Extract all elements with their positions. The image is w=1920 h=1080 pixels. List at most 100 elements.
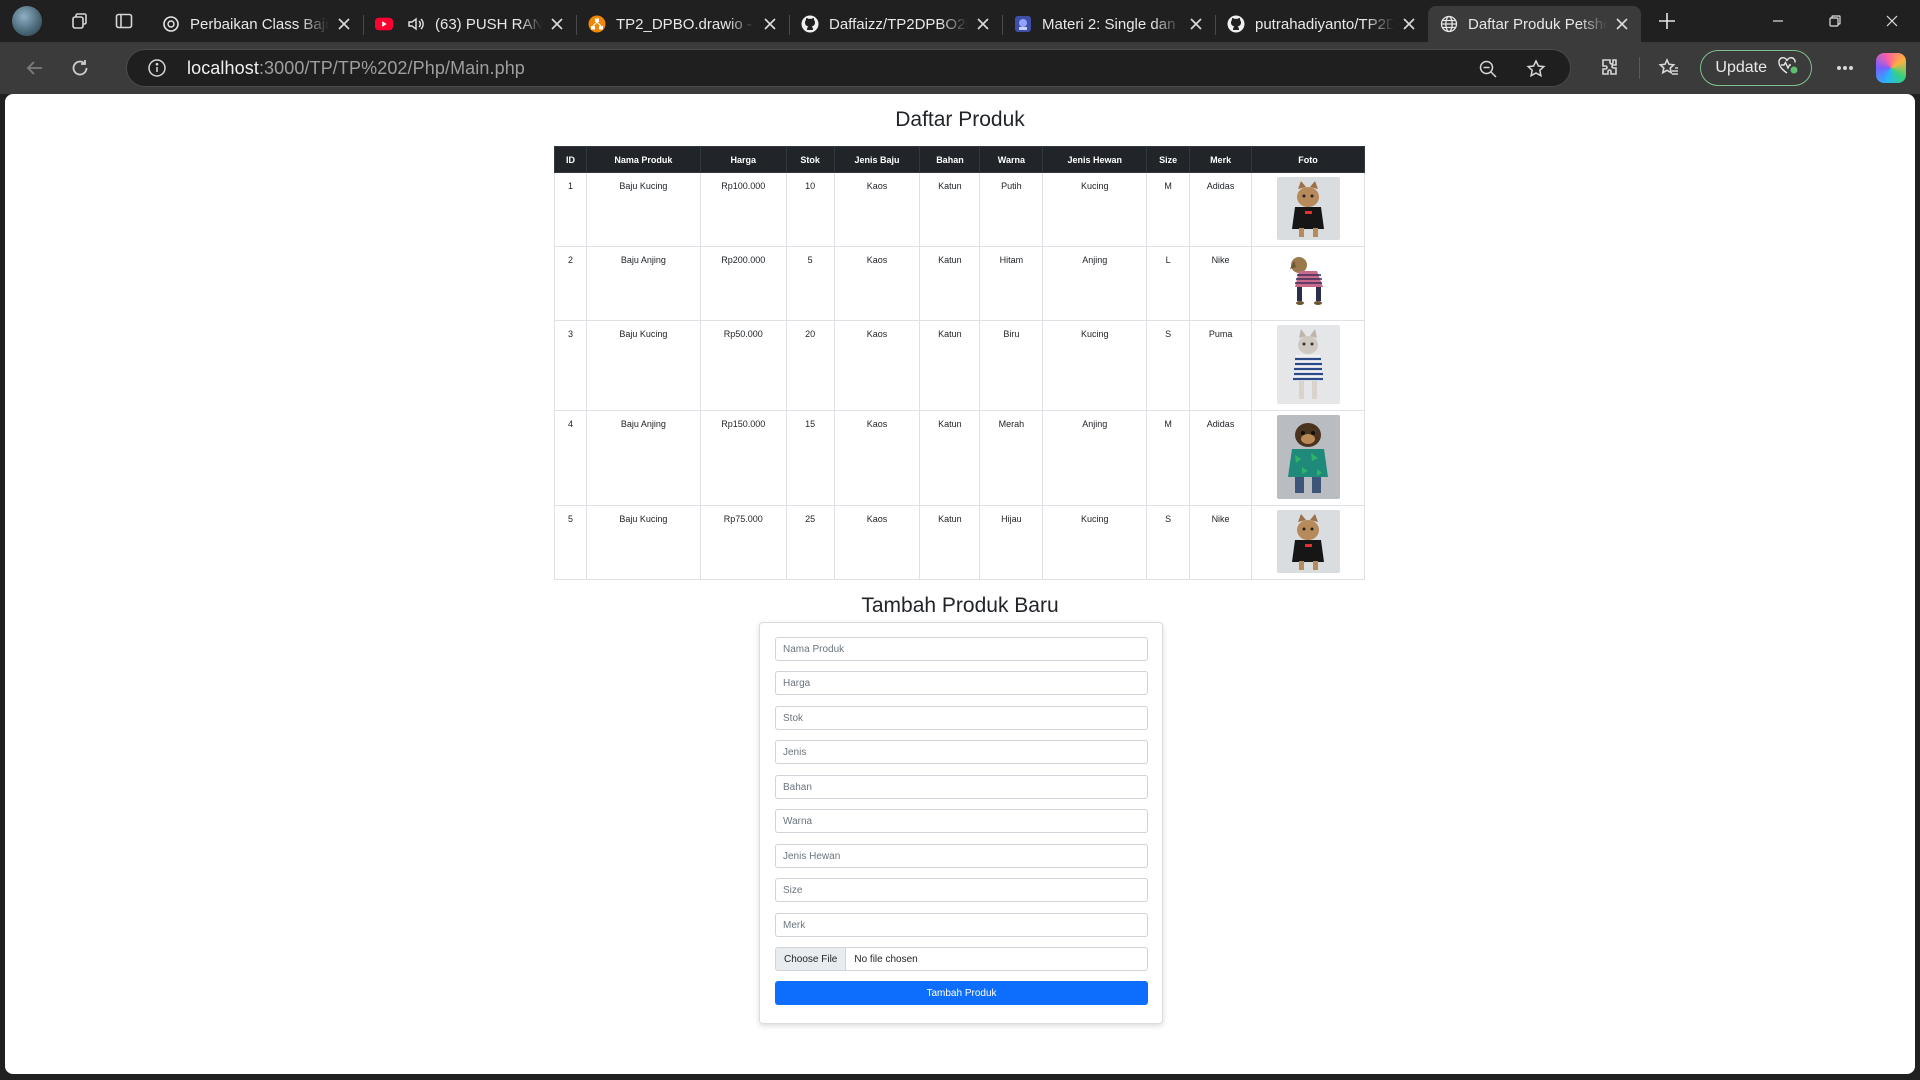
merk-input[interactable]: Merk <box>775 913 1148 937</box>
table-row: 2 Baju Anjing Rp200.000 5 Kaos Katun Hit… <box>554 246 1365 321</box>
product-table: ID Nama Produk Harga Stok Jenis Baju Bah… <box>554 146 1365 580</box>
extensions-icon[interactable] <box>1587 50 1633 86</box>
update-button[interactable]: Update <box>1700 50 1812 86</box>
cell-nama-produk: Baju Anjing <box>585 246 701 321</box>
tab-strip: Perbaikan Class Baju (63) PUSH RANK TP2_… <box>0 0 1920 42</box>
cell-size: M <box>1146 172 1191 247</box>
photo-file-input[interactable]: Choose File No file chosen <box>775 947 1148 971</box>
window-bottom-edge <box>0 1074 1920 1080</box>
favorites-icon[interactable] <box>1646 50 1692 86</box>
cell-warna: Hitam <box>979 246 1044 321</box>
back-icon[interactable] <box>15 50 55 86</box>
heart-pulse-icon <box>1777 56 1799 81</box>
jenis-hewan-input[interactable]: Jenis Hewan <box>775 844 1148 868</box>
table-row: 3 Baju Kucing Rp50.000 20 Kaos Katun Bir… <box>554 320 1365 411</box>
browser-toolbar: localhost:3000/TP/TP%202/Php/Main.php Up… <box>0 42 1920 94</box>
close-icon[interactable] <box>1613 15 1631 33</box>
more-menu-icon[interactable] <box>1822 50 1868 86</box>
cell-nama-produk: Baju Anjing <box>585 410 701 506</box>
harga-input[interactable]: Harga <box>775 671 1148 695</box>
choose-file-button[interactable]: Choose File <box>776 948 847 970</box>
minimize-icon[interactable] <box>1749 0 1806 42</box>
cell-harga: Rp75.000 <box>699 505 787 580</box>
warna-input[interactable]: Warna <box>775 809 1148 833</box>
close-icon[interactable] <box>1187 15 1205 33</box>
cell-id: 2 <box>554 246 587 321</box>
product-photo <box>1276 415 1340 499</box>
bahan-input[interactable]: Bahan <box>775 775 1148 799</box>
youtube-icon <box>375 15 393 33</box>
table-row: 5 Baju Kucing Rp75.000 25 Kaos Katun Hij… <box>554 505 1365 580</box>
tab-title: (63) PUSH RANK <box>435 15 542 33</box>
column-header: ID <box>554 146 587 173</box>
cell-jenis-baju: Kaos <box>833 320 921 411</box>
close-icon[interactable] <box>974 15 992 33</box>
page-viewport: Daftar Produk ID Nama Produk Harga Stok … <box>5 94 1915 1074</box>
tab-github-putrahadiyanto[interactable]: putrahadiyanto/TP2DPBO <box>1215 6 1428 42</box>
add-product-form: Nama Produk Harga Stok Jenis Bahan Warna… <box>759 622 1163 1024</box>
product-list-title: Daftar Produk <box>895 108 1025 131</box>
jenis-input[interactable]: Jenis <box>775 740 1148 764</box>
refresh-icon[interactable] <box>60 50 100 86</box>
cell-jenis-hewan: Kucing <box>1042 172 1148 247</box>
cell-harga: Rp50.000 <box>699 320 787 411</box>
copilot-icon[interactable] <box>1876 53 1906 83</box>
close-window-icon[interactable] <box>1863 0 1920 42</box>
column-header: Nama Produk <box>585 146 701 173</box>
column-header: Size <box>1146 146 1191 173</box>
cell-warna: Merah <box>979 410 1044 506</box>
column-header: Jenis Hewan <box>1042 146 1148 173</box>
workspaces-icon[interactable] <box>62 5 98 37</box>
cell-foto <box>1251 172 1365 247</box>
zoom-out-icon[interactable] <box>1464 59 1512 79</box>
speaker-icon[interactable] <box>407 15 425 33</box>
profile-avatar[interactable] <box>12 6 42 36</box>
tab-youtube[interactable]: (63) PUSH RANK <box>363 6 576 42</box>
tab-materi[interactable]: Materi 2: Single dan Multiple <box>1002 6 1215 42</box>
cell-bahan: Katun <box>919 320 981 411</box>
restore-icon[interactable] <box>1806 0 1863 42</box>
cell-merk: Adidas <box>1189 410 1253 506</box>
favorite-star-icon[interactable] <box>1512 59 1560 79</box>
close-icon[interactable] <box>1400 15 1418 33</box>
cell-merk: Adidas <box>1189 172 1253 247</box>
tab-github-daffaizz[interactable]: Daffaizz/TP2DPBO2025 <box>789 6 1002 42</box>
cell-warna: Hijau <box>979 505 1044 580</box>
github-icon <box>1227 15 1245 33</box>
cell-stok: 25 <box>785 505 835 580</box>
tab-daftar-produk[interactable]: Daftar Produk Petshop <box>1428 6 1641 42</box>
cell-bahan: Katun <box>919 505 981 580</box>
nama-produk-input[interactable]: Nama Produk <box>775 637 1148 661</box>
tab-title: Daftar Produk Petshop <box>1468 15 1607 33</box>
cell-harga: Rp200.000 <box>699 246 787 321</box>
cell-jenis-baju: Kaos <box>833 172 921 247</box>
vertical-tabs-icon[interactable] <box>106 5 142 37</box>
url-text[interactable]: localhost:3000/TP/TP%202/Php/Main.php <box>187 58 525 79</box>
add-product-button[interactable]: Tambah Produk <box>775 981 1148 1005</box>
cell-id: 5 <box>554 505 587 580</box>
tab-chatgpt[interactable]: Perbaikan Class Baju <box>150 6 363 42</box>
address-bar[interactable]: localhost:3000/TP/TP%202/Php/Main.php <box>126 49 1571 87</box>
cell-id: 1 <box>554 172 587 247</box>
column-header: Stok <box>785 146 835 173</box>
cell-jenis-baju: Kaos <box>833 410 921 506</box>
tab-title: putrahadiyanto/TP2DPBO <box>1255 15 1394 33</box>
product-photo <box>1276 177 1340 240</box>
close-icon[interactable] <box>761 15 779 33</box>
close-icon[interactable] <box>548 15 566 33</box>
toolbar-divider <box>1639 57 1641 79</box>
new-tab-icon[interactable] <box>1647 5 1687 37</box>
site-info-icon[interactable] <box>137 58 177 78</box>
product-photo <box>1276 510 1340 573</box>
tab-list: Perbaikan Class Baju (63) PUSH RANK TP2_… <box>150 0 1687 42</box>
cell-nama-produk: Baju Kucing <box>585 505 701 580</box>
close-icon[interactable] <box>335 15 353 33</box>
cell-jenis-baju: Kaos <box>833 246 921 321</box>
size-input[interactable]: Size <box>775 878 1148 902</box>
cell-warna: Putih <box>979 172 1044 247</box>
openai-icon <box>162 15 180 33</box>
stok-input[interactable]: Stok <box>775 706 1148 730</box>
url-host: localhost <box>187 57 259 78</box>
tab-drawio[interactable]: TP2_DPBO.drawio - diagrams.net <box>576 6 789 42</box>
cell-size: M <box>1146 410 1191 506</box>
